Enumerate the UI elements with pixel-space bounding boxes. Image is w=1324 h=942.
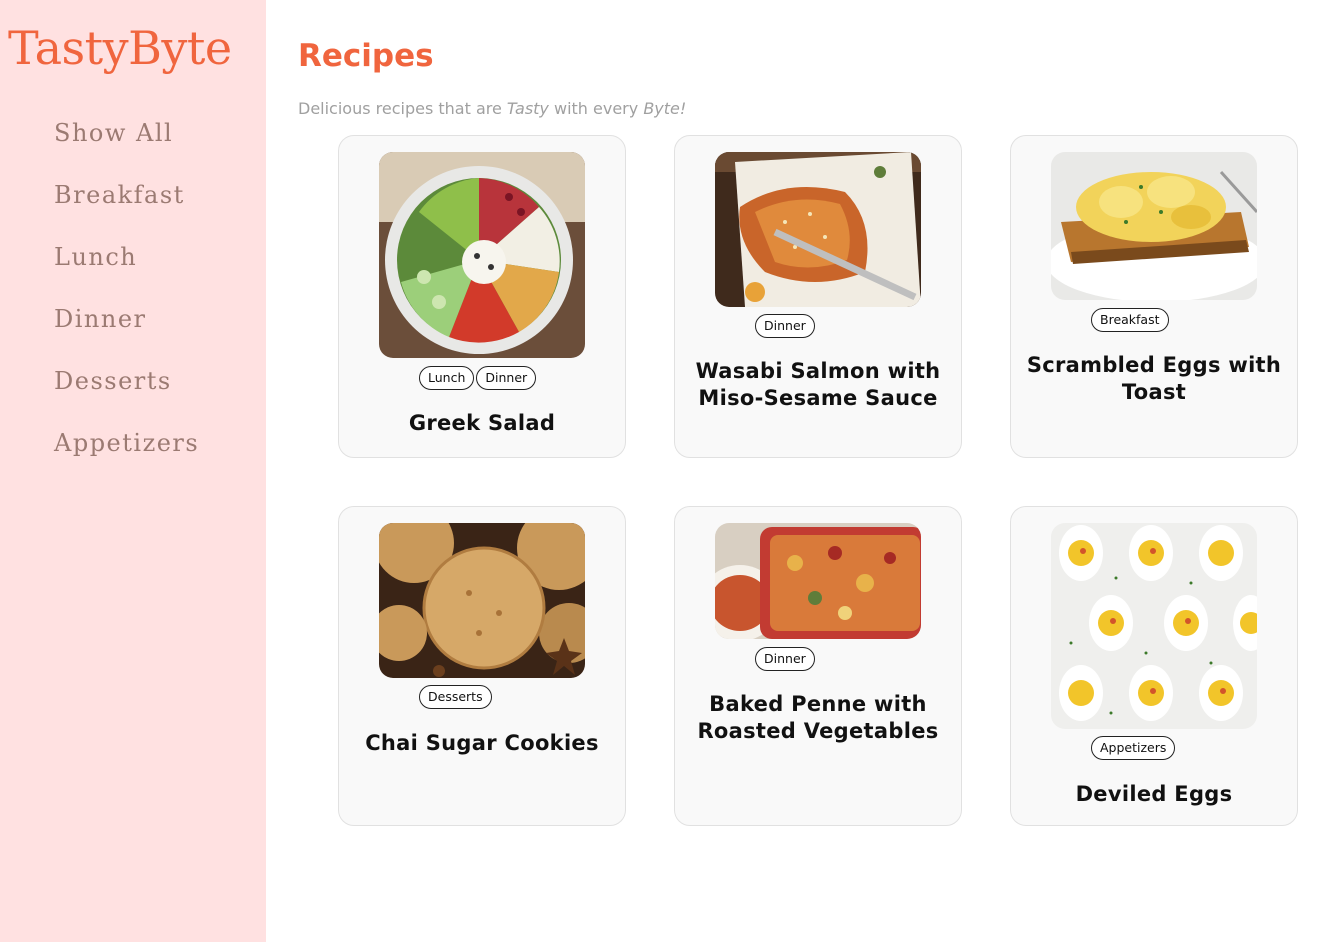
recipe-title: Chai Sugar Cookies xyxy=(365,731,599,755)
main-content: Recipes Delicious recipes that are Tasty… xyxy=(266,0,1324,942)
subtitle-text: with every xyxy=(548,99,644,118)
subtitle-emphasis-tasty: Tasty xyxy=(506,99,549,118)
tag-dinner[interactable]: Dinner xyxy=(755,647,815,671)
recipe-card-deviled-eggs[interactable]: Appetizers Deviled Eggs xyxy=(1010,506,1298,826)
brand-logo[interactable]: TastyByte xyxy=(8,20,232,76)
tag-list: Breakfast xyxy=(1091,308,1169,332)
tag-list: Appetizers xyxy=(1091,736,1176,760)
recipe-title: Wasabi Salmon with Miso-Sesame Sauce xyxy=(695,359,941,410)
tag-list: Desserts xyxy=(419,685,492,709)
recipe-card-scrambled-eggs[interactable]: Breakfast Scrambled Eggs with Toast xyxy=(1010,135,1298,458)
tag-desserts[interactable]: Desserts xyxy=(419,685,492,709)
recipe-card-baked-penne[interactable]: Dinner Baked Penne with Roasted Vegetabl… xyxy=(674,506,962,826)
recipe-title: Baked Penne with Roasted Vegetables xyxy=(697,692,939,743)
subtitle-text: Delicious recipes that are xyxy=(298,99,507,118)
greek-salad-photo xyxy=(379,152,585,358)
nav-item-lunch[interactable]: Lunch xyxy=(54,239,199,301)
page-subtitle: Delicious recipes that are Tasty with ev… xyxy=(298,98,686,120)
recipe-card-wasabi-salmon[interactable]: Dinner Wasabi Salmon with Miso-Sesame Sa… xyxy=(674,135,962,458)
tag-dinner[interactable]: Dinner xyxy=(755,314,815,338)
tag-dinner[interactable]: Dinner xyxy=(476,366,537,390)
chai-cookies-photo xyxy=(379,523,585,678)
tag-appetizers[interactable]: Appetizers xyxy=(1091,736,1176,760)
nav-item-desserts[interactable]: Desserts xyxy=(54,363,199,425)
recipe-card-greek-salad[interactable]: Lunch Dinner Greek Salad xyxy=(338,135,626,458)
recipe-title: Deviled Eggs xyxy=(1075,782,1233,806)
sidebar: TastyByte Show All Breakfast Lunch Dinne… xyxy=(0,0,266,942)
category-nav: Show All Breakfast Lunch Dinner Desserts… xyxy=(54,115,199,487)
nav-item-appetizers[interactable]: Appetizers xyxy=(54,425,199,487)
recipe-title: Greek Salad xyxy=(408,411,556,435)
tag-list: Lunch Dinner xyxy=(419,366,537,390)
subtitle-emphasis-byte: Byte! xyxy=(643,99,687,118)
nav-item-dinner[interactable]: Dinner xyxy=(54,301,199,363)
recipe-card-chai-sugar-cookies[interactable]: Desserts Chai Sugar Cookies xyxy=(338,506,626,826)
tag-breakfast[interactable]: Breakfast xyxy=(1091,308,1169,332)
recipe-title: Scrambled Eggs with Toast xyxy=(1026,353,1282,404)
nav-item-show-all[interactable]: Show All xyxy=(54,115,199,177)
page-title: Recipes xyxy=(298,38,434,74)
scrambled-eggs-photo xyxy=(1051,152,1257,300)
tag-list: Dinner xyxy=(755,314,815,338)
nav-item-breakfast[interactable]: Breakfast xyxy=(54,177,199,239)
baked-penne-photo xyxy=(715,523,921,639)
tag-lunch[interactable]: Lunch xyxy=(419,366,475,390)
tag-list: Dinner xyxy=(755,647,815,671)
wasabi-salmon-photo xyxy=(715,152,921,307)
deviled-eggs-photo xyxy=(1051,523,1257,729)
